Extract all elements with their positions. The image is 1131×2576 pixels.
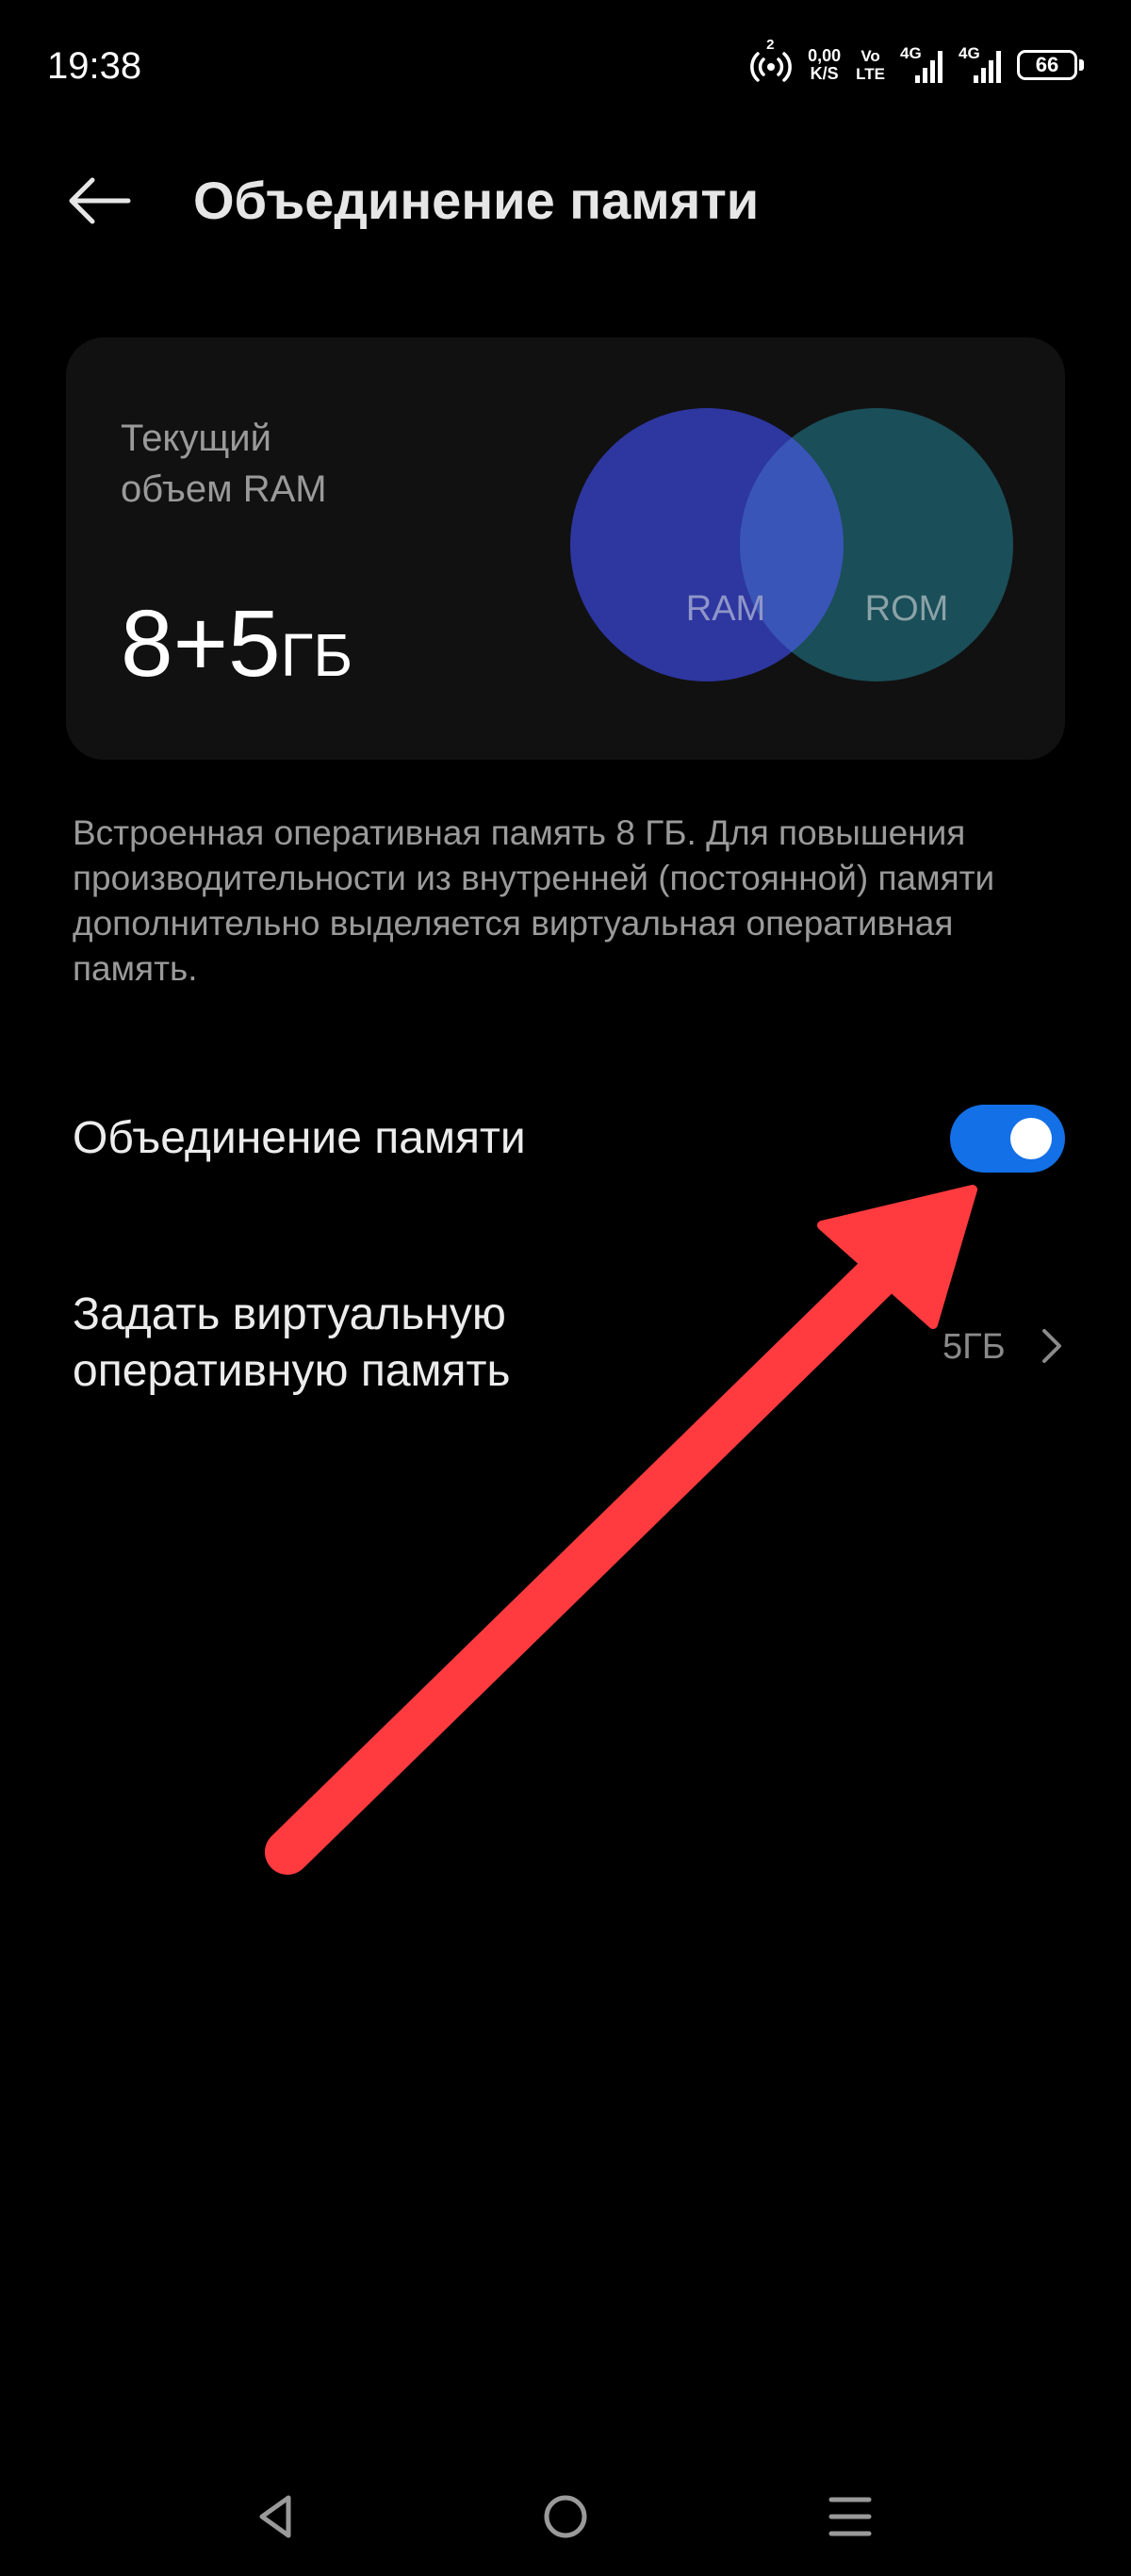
- ram-label-line1: Текущий: [121, 418, 271, 459]
- ram-value-number: 8+5: [121, 591, 281, 697]
- volte-bottom: LTE: [856, 65, 885, 83]
- virtual-memory-label[interactable]: Задать виртуальную оперативную память: [73, 1287, 732, 1400]
- ram-value-unit: ГБ: [280, 621, 353, 689]
- arrow-left-icon: [69, 177, 131, 224]
- nav-menu-icon[interactable]: [824, 2490, 877, 2543]
- battery-icon: 66: [1017, 50, 1084, 80]
- ram-label-line2: объем RAM: [121, 468, 327, 510]
- virtual-memory-label-line2: оперативную память: [73, 1346, 511, 1396]
- volte-indicator: Vo LTE: [856, 47, 885, 83]
- volte-top: Vo: [861, 47, 880, 65]
- back-button[interactable]: [64, 168, 139, 234]
- virtual-memory-value[interactable]: 5ГБ: [942, 1327, 1006, 1368]
- ram-label: Текущий объем RAM: [121, 413, 403, 515]
- net-speed: 0,00 K/S: [808, 47, 841, 83]
- net-speed-unit: K/S: [810, 64, 839, 83]
- memory-description: Встроенная оперативная память 8 ГБ. Для …: [73, 813, 995, 988]
- chevron-right-icon[interactable]: [1035, 1323, 1069, 1369]
- sim1-signal-icon: 4G: [900, 45, 943, 85]
- toggle-knob: [1010, 1118, 1052, 1159]
- venn-rom-label: ROM: [865, 589, 949, 629]
- nav-back-icon[interactable]: [251, 2490, 303, 2543]
- sim2-signal-icon: 4G: [959, 45, 1002, 85]
- ram-rom-venn-diagram: RAM ROM: [570, 408, 1013, 681]
- memory-merge-label: Объединение памяти: [73, 1113, 526, 1163]
- nav-home-icon[interactable]: [539, 2490, 592, 2543]
- venn-ram-label: RAM: [686, 589, 765, 629]
- net-speed-value: 0,00: [808, 46, 842, 65]
- ram-value: 8+5ГБ: [121, 592, 352, 707]
- hotspot-count: 2: [766, 37, 775, 53]
- hotspot-icon: 2: [749, 37, 793, 84]
- status-icons: 2 0,00 K/S Vo LTE 4G 4G 66: [749, 37, 1084, 85]
- battery-level: 66: [1035, 53, 1059, 76]
- memory-summary-card: Текущий объем RAM 8+5ГБ RAM ROM: [66, 337, 1065, 760]
- memory-merge-toggle[interactable]: [950, 1105, 1065, 1173]
- status-time: 19:38: [47, 45, 142, 87]
- virtual-memory-label-line1: Задать виртуальную: [73, 1289, 506, 1339]
- page-title: Объединение памяти: [193, 171, 760, 230]
